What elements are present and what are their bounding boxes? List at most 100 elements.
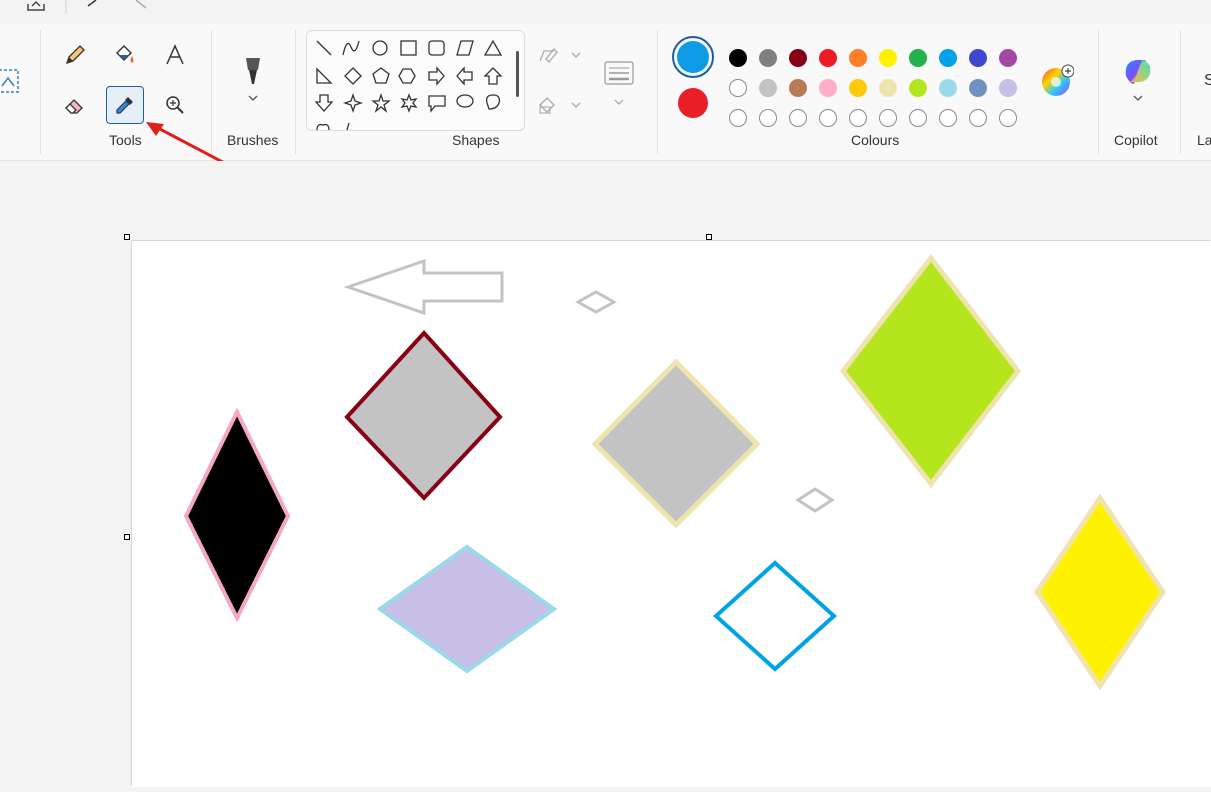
palette-swatch[interactable] — [939, 79, 957, 97]
custom-colour-slot[interactable] — [759, 109, 777, 127]
custom-colour-slot[interactable] — [909, 109, 927, 127]
palette-swatch[interactable] — [819, 49, 837, 67]
palette-swatch[interactable] — [999, 49, 1017, 67]
pencil-tool[interactable] — [56, 36, 94, 74]
outline-button[interactable] — [534, 36, 584, 74]
palette-swatch[interactable] — [939, 49, 957, 67]
palette-swatch[interactable] — [729, 79, 747, 97]
brush-icon — [246, 58, 260, 101]
custom-colour-slot[interactable] — [849, 109, 867, 127]
brushes-button[interactable] — [234, 50, 272, 106]
gallery-scrollbar — [516, 51, 519, 97]
edit-colours-button[interactable] — [1040, 64, 1075, 98]
size-button[interactable] — [600, 54, 640, 114]
pencil-icon — [65, 45, 85, 65]
palette-swatch[interactable] — [759, 49, 777, 67]
copilot-group-label: Copilot — [1114, 132, 1158, 148]
primary-colour[interactable] — [672, 36, 714, 78]
separator — [295, 30, 296, 154]
pentagon-shape-icon — [372, 67, 390, 84]
palette-swatch[interactable] — [879, 49, 897, 67]
copilot-icon — [1125, 60, 1151, 101]
separator — [1098, 30, 1099, 154]
custom-colour-slot[interactable] — [999, 109, 1017, 127]
gray-outline-left-arrow — [343, 258, 504, 316]
custom-colour-slot[interactable] — [969, 109, 987, 127]
custom-colour-slot[interactable] — [789, 109, 807, 127]
eyedropper-icon — [116, 97, 133, 114]
small-gray-diamond — [795, 487, 835, 513]
fill-button[interactable] — [534, 86, 584, 124]
layers-group-label: La — [1197, 132, 1211, 148]
resize-handle-top[interactable] — [706, 234, 712, 240]
undo-icon — [27, 0, 45, 11]
canvas-drawing — [183, 253, 1167, 691]
palette-swatch[interactable] — [879, 79, 897, 97]
palette-swatch[interactable] — [759, 79, 777, 97]
black-diamond — [183, 407, 291, 623]
line-shape-icon — [316, 40, 332, 56]
rectangle-shape-icon — [400, 40, 417, 56]
custom-colour-slot[interactable] — [819, 109, 837, 127]
primary-colour-swatch — [677, 41, 709, 73]
brushes-group-label: Brushes — [227, 132, 279, 148]
drawing-canvas[interactable] — [132, 241, 1211, 787]
purple-diamond — [376, 544, 558, 674]
title-strip — [0, 0, 1211, 24]
ribbon: Tools Brushes Shapes Colours Copilot La … — [0, 24, 1211, 161]
layers-icon[interactable]: S — [1204, 72, 1211, 90]
shapes-icons — [314, 39, 519, 130]
palette-swatch[interactable] — [789, 49, 807, 67]
palette-swatch[interactable] — [819, 79, 837, 97]
palette-swatch[interactable] — [969, 79, 987, 97]
shapes-gallery — [306, 30, 525, 131]
line-size-icon — [604, 61, 634, 105]
text-tool[interactable] — [156, 36, 194, 74]
chevron-down-icon — [1133, 95, 1143, 101]
custom-colour-slot[interactable] — [879, 109, 897, 127]
gray-diamond-red-outline — [344, 330, 503, 501]
redo-icon — [87, 0, 97, 7]
four-point-star-shape-icon — [342, 92, 364, 114]
fill-tool[interactable] — [106, 36, 144, 74]
eraser-tool[interactable] — [56, 86, 94, 124]
palette-swatch[interactable] — [999, 79, 1017, 97]
triangle-shape-icon — [483, 39, 503, 56]
heart-shape-icon — [316, 123, 330, 130]
palette-swatch[interactable] — [909, 79, 927, 97]
close-partial-icon — [135, 0, 147, 9]
resize-handle-top-left[interactable] — [124, 234, 130, 240]
palette-swatch[interactable] — [849, 79, 867, 97]
yellow-diamond — [1033, 493, 1167, 691]
outline-icon — [539, 48, 581, 63]
up-arrow-shape-icon — [483, 67, 503, 85]
custom-colour-slot[interactable] — [939, 109, 957, 127]
palette-swatch[interactable] — [789, 79, 807, 97]
rect-callout-shape-icon — [428, 95, 446, 113]
resize-handle-left[interactable] — [124, 534, 130, 540]
separator — [40, 30, 41, 154]
text-icon — [166, 44, 184, 65]
palette-swatch[interactable] — [729, 49, 747, 67]
palette-swatch[interactable] — [849, 49, 867, 67]
magnifier-icon — [166, 96, 184, 114]
separator — [657, 30, 658, 154]
gray-diamond-cream-outline — [591, 358, 761, 529]
six-point-star-shape-icon — [400, 93, 418, 113]
eraser-icon — [65, 99, 83, 114]
select-icon[interactable] — [0, 62, 22, 100]
curve-shape-icon — [342, 40, 360, 56]
palette-swatch[interactable] — [969, 49, 987, 67]
custom-colour-slot[interactable] — [729, 109, 747, 127]
magnifier-tool[interactable] — [156, 86, 194, 124]
cloud-callout-shape-icon — [485, 94, 501, 110]
copilot-button[interactable] — [1120, 54, 1156, 110]
color-picker-tool[interactable] — [106, 86, 144, 124]
paint-bucket-icon — [116, 45, 134, 63]
palette-swatch[interactable] — [909, 49, 927, 67]
blue-outline-diamond — [713, 560, 837, 672]
oval-callout-shape-icon — [456, 94, 474, 108]
chevron-down-icon — [248, 95, 258, 101]
colour-wheel-icon — [1042, 64, 1075, 96]
secondary-colour[interactable] — [678, 88, 708, 118]
